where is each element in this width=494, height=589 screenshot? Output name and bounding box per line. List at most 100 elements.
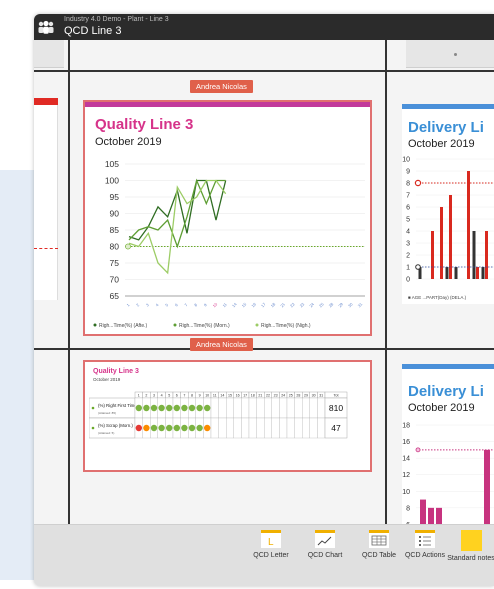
app-header: Industry 4.0 Demo - Plant - Line 3 QCD L… — [34, 14, 494, 40]
quality-status-table: 1 2 3 4 5 6 7 8 9 10 11 14 15 16 17 18 21 22 23 24 25 28 29 30 3… — [89, 391, 348, 439]
x-tick-label: 31 — [357, 301, 364, 308]
table-cell — [279, 417, 288, 439]
legend-label: Righ...Time(%) (Nigh.) — [261, 323, 311, 329]
quality-card-accent-bar — [85, 102, 370, 107]
qcd-table-tool[interactable]: QCD Table — [354, 530, 404, 560]
x-tick-label: 3 — [145, 302, 151, 308]
y-tick-label: 9 — [406, 169, 410, 176]
x-tick-label: 23 — [299, 301, 306, 308]
board-divider-h1 — [34, 70, 494, 72]
owner-tag-chart[interactable]: Andrea Nicolas — [190, 80, 253, 93]
table-cell — [302, 417, 310, 439]
table-cell — [226, 397, 234, 419]
table-header-day: 15 — [228, 394, 232, 398]
status-dot — [143, 424, 150, 432]
y-tick-label: 5 — [406, 217, 410, 224]
table-cell — [210, 397, 219, 419]
table-cell — [317, 417, 326, 439]
svg-text:L: L — [268, 537, 274, 548]
qcd-letter-tool[interactable]: L QCD Letter — [246, 530, 296, 560]
y-tick-label: 90 — [110, 209, 120, 219]
qcd-letter-label: QCD Letter — [253, 552, 289, 559]
quality-chart-card[interactable]: Quality Line 3 October 2019 65 70 75 80 85 90… — [83, 100, 372, 336]
table-header-day: 23 — [274, 394, 278, 398]
table-cell — [271, 417, 280, 439]
letter-icon: L — [261, 530, 281, 548]
status-dot — [188, 424, 196, 432]
table-cell — [309, 417, 318, 439]
table-cell — [286, 417, 295, 439]
page-title: QCD Line 3 — [64, 25, 122, 37]
y-tick-label: 18 — [402, 423, 410, 430]
qcd-chart-tool[interactable]: QCD Chart — [300, 530, 350, 560]
quality-table-title: Quality Line 3 — [93, 368, 139, 375]
app-window: Industry 4.0 Demo - Plant - Line 3 QCD L… — [34, 14, 494, 586]
table-cell — [233, 417, 242, 439]
delivery-chart-card[interactable]: Delivery Li October 2019 0 1 2 3 4 5 6 7 8 9 10 ■ A… — [402, 104, 494, 304]
delivery-bar — [449, 195, 452, 279]
table-header-day: 25 — [289, 394, 293, 398]
table-cell — [264, 397, 272, 419]
table-header-day: 2 — [145, 394, 147, 398]
delivery-bar — [440, 207, 443, 279]
delivery-bar — [476, 267, 479, 279]
board-divider-v2 — [385, 40, 387, 550]
breadcrumb[interactable]: Industry 4.0 Demo - Plant - Line 3 — [64, 16, 169, 23]
qcd-chart-label: QCD Chart — [307, 552, 343, 559]
x-tick-label: 14 — [231, 301, 238, 308]
table-row-marker — [91, 406, 95, 410]
status-dot — [173, 404, 180, 412]
table-header-day: 1 — [138, 394, 140, 398]
table-header-day: 18 — [251, 394, 255, 398]
table-header-day: 5 — [168, 394, 170, 398]
legend-label: Righ...Time(%) (Morn.) — [179, 323, 230, 329]
x-tick-label: 15 — [241, 301, 248, 308]
chart-icon — [315, 530, 335, 548]
status-dot — [181, 424, 188, 432]
delivery-bar — [485, 231, 488, 279]
table-cell — [294, 397, 303, 419]
table-header-day: 11 — [213, 394, 217, 398]
table-header-day: 30 — [312, 394, 316, 398]
qcd-actions-tool[interactable]: QCD Actions — [400, 530, 450, 560]
table-cell — [241, 397, 250, 419]
table-row-total: 47 — [331, 423, 341, 433]
table-cell — [210, 417, 219, 439]
x-tick-label: 24 — [308, 301, 315, 308]
y-tick-label: 1 — [406, 265, 410, 272]
status-dot — [158, 424, 165, 432]
x-tick-label: 1 — [125, 302, 131, 308]
quality-table-card[interactable]: Quality Line 3 October 2019 1 2 3 4 5 6 7 8 9 10 1… — [83, 360, 372, 472]
status-dot — [188, 404, 196, 412]
delivery-card2-title: Delivery Li — [408, 383, 484, 400]
target-marker — [414, 179, 422, 187]
owner-tag-table[interactable]: Andrea Nicolas — [190, 338, 253, 351]
delivery-chart-card-2[interactable]: Delivery Li October 2019 4681012141618 — [402, 364, 494, 542]
standard-notes-tool[interactable]: Standard notes — [446, 530, 494, 563]
y-tick-label: 0 — [406, 277, 410, 284]
table-cell — [294, 417, 303, 439]
table-cell — [309, 397, 318, 419]
legend-swatch — [173, 323, 177, 327]
x-tick-label: 10 — [212, 301, 219, 308]
status-dot — [181, 404, 188, 412]
y-tick-label: 4 — [406, 229, 410, 236]
table-cell — [264, 417, 272, 439]
table-cell — [302, 397, 310, 419]
y-tick-label: 14 — [402, 456, 410, 463]
qcd-actions-label: QCD Actions — [404, 552, 446, 559]
y-tick-label: 10 — [402, 489, 410, 496]
x-tick-label: 11 — [221, 301, 228, 308]
target-marker — [415, 447, 421, 453]
left-partial-card[interactable] — [34, 98, 58, 300]
strip-dot — [454, 53, 457, 56]
x-tick-label: 2 — [135, 302, 141, 308]
table-header-day: 3 — [153, 394, 155, 398]
status-dot — [204, 404, 211, 412]
table-header-day: 29 — [304, 394, 308, 398]
table-cell — [218, 397, 227, 419]
team-icon[interactable] — [34, 14, 58, 40]
qcd-table-label: QCD Table — [361, 552, 397, 559]
delivery-bar-dark — [481, 267, 485, 279]
status-dot — [166, 424, 173, 432]
